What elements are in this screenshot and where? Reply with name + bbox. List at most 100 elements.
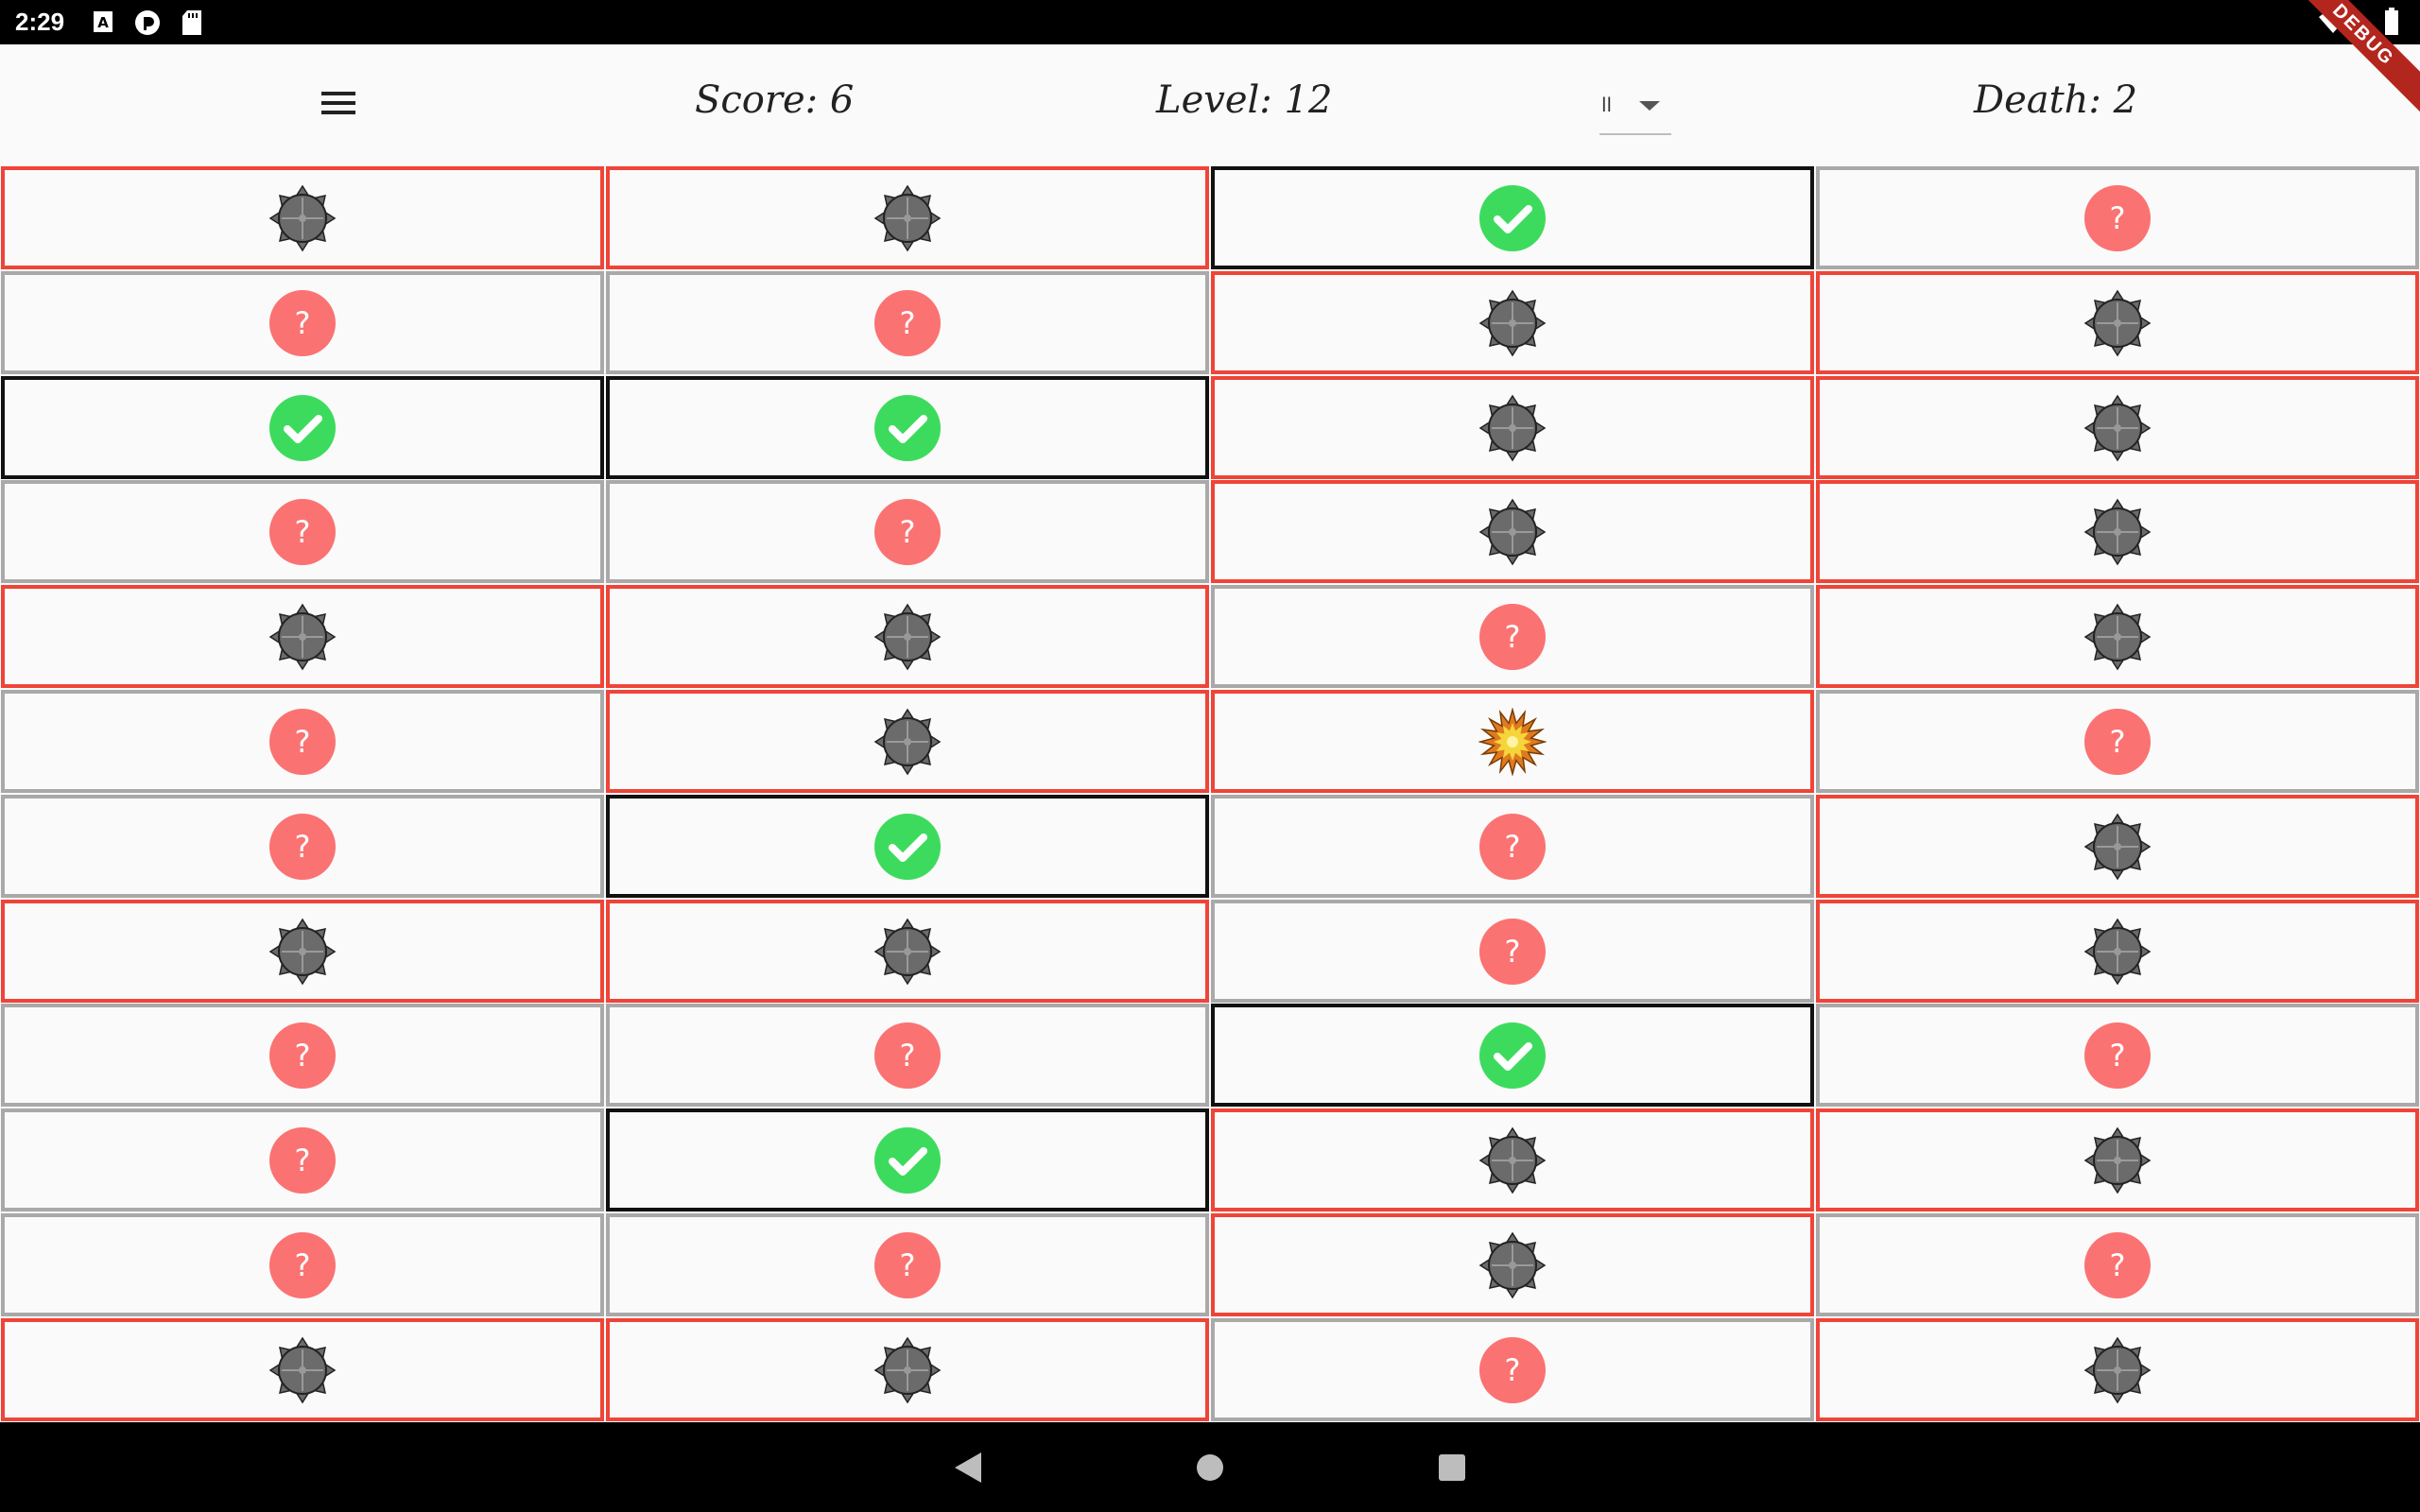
tile-r6-c4[interactable]: ? [1816,690,2419,793]
tile-r4-c4[interactable] [1816,480,2419,583]
tile-r2-c3[interactable] [1211,271,1814,374]
svg-text:?: ? [2110,1247,2126,1283]
svg-text:?: ? [2110,200,2126,236]
home-icon[interactable] [1195,1452,1225,1483]
tile-r1-c4[interactable]: ? [1816,166,2419,269]
recents-icon[interactable] [1437,1452,1467,1483]
check-icon [1478,184,1547,252]
tile-r1-c1[interactable] [1,166,604,269]
tile-r9-c2[interactable]: ? [606,1004,1209,1107]
question-icon: ? [2083,708,2152,776]
tile-r12-c3[interactable]: ? [1211,1318,1814,1421]
mine-icon [1478,1126,1547,1194]
tile-r1-c3[interactable] [1211,166,1814,269]
tile-r8-c2[interactable] [606,900,1209,1003]
tile-r7-c4[interactable] [1816,795,2419,898]
tile-r10-c1[interactable]: ? [1,1108,604,1211]
tile-r3-c2[interactable] [606,376,1209,479]
difficulty-dropdown[interactable]: ll [1599,86,1671,135]
tile-r8-c4[interactable] [1816,900,2419,1003]
svg-text:?: ? [900,305,916,341]
tile-r3-c1[interactable] [1,376,604,479]
tile-r9-c1[interactable]: ? [1,1004,604,1107]
tile-r2-c4[interactable] [1816,271,2419,374]
tile-r5-c2[interactable] [606,585,1209,688]
svg-text:?: ? [2110,724,2126,760]
svg-text:?: ? [295,724,311,760]
mine-icon [873,184,942,252]
level-label: Level: 12 [1156,78,1333,122]
tile-r5-c1[interactable] [1,585,604,688]
tile-r4-c1[interactable]: ? [1,480,604,583]
mine-icon [873,708,942,776]
chevron-down-icon [1639,101,1660,111]
tile-r1-c2[interactable] [606,166,1209,269]
svg-text:?: ? [295,829,311,865]
question-icon: ? [268,498,337,566]
mine-icon [873,918,942,986]
tile-r9-c3[interactable] [1211,1004,1814,1107]
check-icon [268,394,337,462]
back-icon[interactable] [951,1451,983,1485]
tile-r10-c4[interactable] [1816,1108,2419,1211]
menu-button[interactable] [312,82,365,129]
check-icon [1478,1022,1547,1090]
tile-r8-c3[interactable]: ? [1211,900,1814,1003]
tile-r3-c4[interactable] [1816,376,2419,479]
question-icon: ? [873,1231,942,1299]
question-icon: ? [1478,918,1547,986]
mine-icon [268,1336,337,1404]
tile-r3-c3[interactable] [1211,376,1814,479]
question-icon: ? [873,498,942,566]
death-label: Death: 2 [1974,78,2138,122]
question-icon: ? [268,1022,337,1090]
mine-icon [268,603,337,671]
mine-icon [2083,1336,2152,1404]
mine-icon [873,603,942,671]
tile-r6-c1[interactable]: ? [1,690,604,793]
mine-icon [2083,289,2152,357]
tile-r2-c1[interactable]: ? [1,271,604,374]
menu-icon-bar-top [321,92,355,95]
tile-r12-c1[interactable] [1,1318,604,1421]
mine-icon [1478,498,1547,566]
tile-r11-c4[interactable]: ? [1816,1213,2419,1316]
tile-r4-c2[interactable]: ? [606,480,1209,583]
tile-r8-c1[interactable] [1,900,604,1003]
tile-r11-c1[interactable]: ? [1,1213,604,1316]
tile-r5-c4[interactable] [1816,585,2419,688]
mine-icon [873,1336,942,1404]
tile-r10-c3[interactable] [1211,1108,1814,1211]
mine-icon [1478,1231,1547,1299]
tile-r4-c3[interactable] [1211,480,1814,583]
question-icon: ? [2083,184,2152,252]
svg-text:?: ? [900,514,916,550]
tile-r6-c3[interactable] [1211,690,1814,793]
tile-r7-c1[interactable]: ? [1,795,604,898]
mine-icon [2083,813,2152,881]
explosion-icon [1478,706,1547,777]
menu-icon-bar-middle [321,101,355,105]
a-notification-icon: A [94,11,112,32]
tile-r2-c2[interactable]: ? [606,271,1209,374]
question-icon: ? [1478,1336,1547,1404]
svg-text:?: ? [2110,1038,2126,1074]
tile-r11-c3[interactable] [1211,1213,1814,1316]
tile-r10-c2[interactable] [606,1108,1209,1211]
question-icon: ? [268,708,337,776]
svg-text:?: ? [295,305,311,341]
mine-icon [2083,1126,2152,1194]
tile-r7-c3[interactable]: ? [1211,795,1814,898]
tile-r9-c4[interactable]: ? [1816,1004,2419,1107]
tile-r11-c2[interactable]: ? [606,1213,1209,1316]
tile-r12-c4[interactable] [1816,1318,2419,1421]
tile-r7-c2[interactable] [606,795,1209,898]
mine-icon [2083,603,2152,671]
svg-text:?: ? [1505,829,1521,865]
tile-r5-c3[interactable]: ? [1211,585,1814,688]
question-icon: ? [873,289,942,357]
tile-r6-c2[interactable] [606,690,1209,793]
svg-text:?: ? [1505,619,1521,655]
tile-r12-c2[interactable] [606,1318,1209,1421]
check-icon [873,394,942,462]
